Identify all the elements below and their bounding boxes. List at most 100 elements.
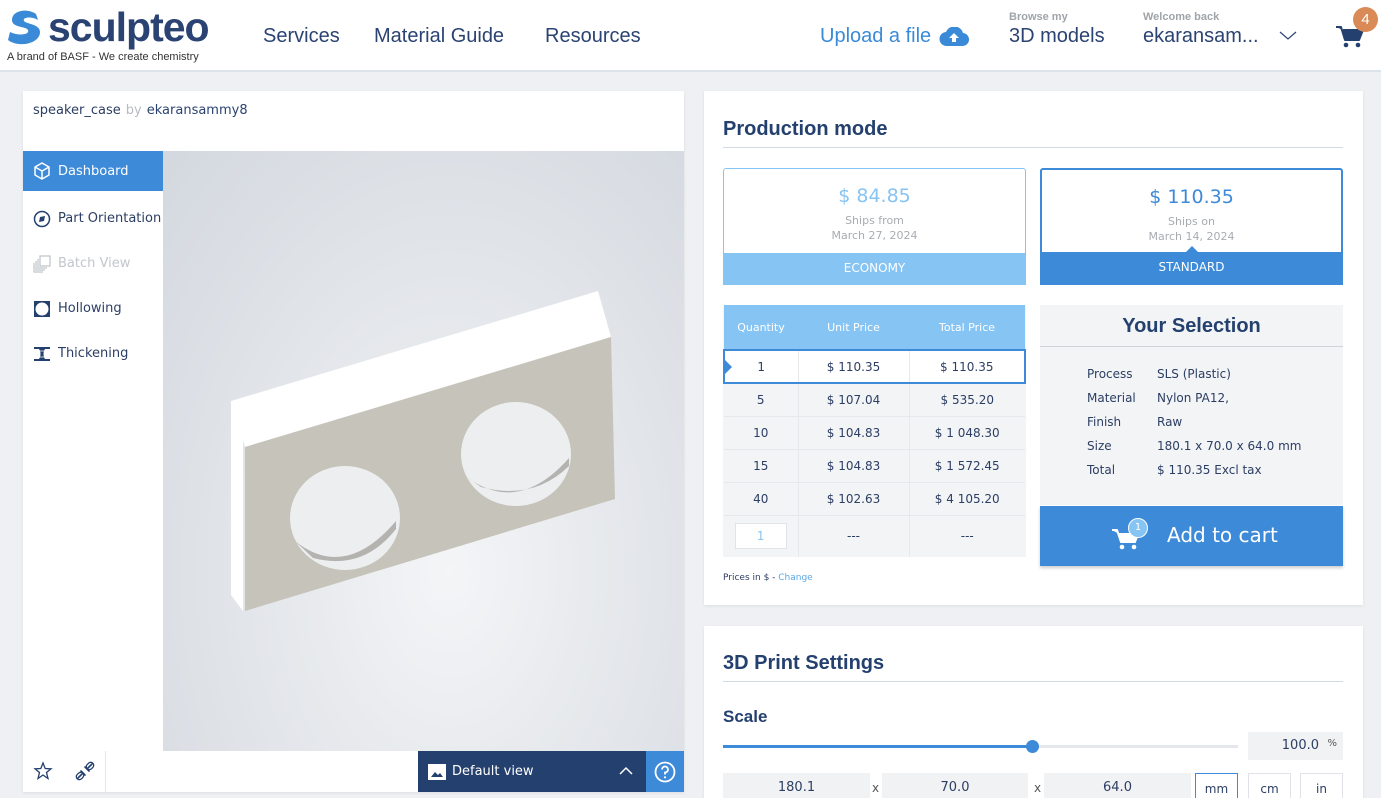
dimension-y-input[interactable]: 70.0 bbox=[882, 773, 1028, 798]
col-quantity: Quantity bbox=[724, 305, 798, 350]
scale-label: Scale bbox=[723, 707, 768, 726]
economy-option[interactable]: $ 84.85 Ships from March 27, 2024 ECONOM… bbox=[723, 168, 1026, 285]
selection-row-size: Size 180.1 x 70.0 x 64.0 mm bbox=[1087, 439, 1301, 463]
standard-label: STANDARD bbox=[1042, 246, 1341, 283]
cloud-upload-icon bbox=[939, 26, 970, 46]
dimension-x-input[interactable]: 180.1 bbox=[723, 773, 870, 798]
scale-percent-input[interactable]: 100.0 % bbox=[1248, 732, 1343, 760]
cart-count-badge: 4 bbox=[1353, 7, 1378, 32]
add-to-cart-button[interactable]: 1 Add to cart bbox=[1040, 506, 1343, 566]
nav-resources[interactable]: Resources bbox=[545, 25, 641, 48]
table-row[interactable]: 10 $ 104.83 $ 1 048.30 bbox=[724, 415, 1025, 449]
unit-in-button[interactable]: in bbox=[1300, 773, 1343, 798]
total-price-cell: $ 4 105.20 bbox=[908, 481, 1025, 515]
scale-slider-fill bbox=[723, 745, 1032, 748]
total-price-cell: $ 535.20 bbox=[908, 382, 1025, 416]
title-divider bbox=[723, 681, 1343, 682]
col-unit-price: Unit Price bbox=[798, 305, 909, 350]
sculpteo-logo[interactable]: sculpteo A brand of BASF - We create che… bbox=[6, 4, 216, 66]
image-icon bbox=[428, 763, 446, 780]
detail-key: Finish bbox=[1087, 415, 1122, 429]
prices-in-label: Prices in $ - bbox=[723, 573, 779, 583]
nav-material-guide[interactable]: Material Guide bbox=[374, 25, 504, 48]
side-nav-thickening[interactable]: Thickening bbox=[23, 331, 163, 376]
standard-option[interactable]: $ 110.35 Ships on March 14, 2024 STANDAR… bbox=[1040, 168, 1343, 285]
economy-ships-caption: Ships from bbox=[845, 214, 904, 227]
total-price-cell: $ 1 572.45 bbox=[908, 448, 1025, 482]
table-row[interactable]: 1 $ 110.35 $ 110.35 bbox=[723, 349, 1026, 384]
detail-value: 180.1 x 70.0 x 64.0 mm bbox=[1157, 439, 1302, 453]
scale-slider[interactable] bbox=[723, 740, 1238, 753]
economy-ship-date: March 27, 2024 bbox=[831, 229, 918, 242]
selection-divider bbox=[1040, 346, 1343, 347]
username: ekaransam... bbox=[1143, 25, 1259, 47]
orientation-icon bbox=[33, 210, 51, 227]
site-header: sculpteo A brand of BASF - We create che… bbox=[0, 0, 1381, 72]
print-settings-panel: 3D Print Settings Scale 100.0 % 180.1 x … bbox=[704, 626, 1363, 798]
detail-value: Raw bbox=[1157, 415, 1183, 429]
default-view-dropdown[interactable]: Default view bbox=[418, 751, 646, 792]
upload-label: Upload a file bbox=[820, 25, 932, 47]
economy-price: $ 84.85 bbox=[838, 185, 911, 207]
chevron-up-icon bbox=[619, 766, 633, 775]
model-viewer-panel: speaker_case by ekaransammy8 Dashboard Par… bbox=[23, 91, 684, 792]
3d-model-render bbox=[231, 291, 615, 611]
scale-slider-thumb[interactable] bbox=[1026, 740, 1039, 753]
link-icon[interactable] bbox=[75, 761, 95, 781]
custom-quantity-input[interactable] bbox=[734, 523, 787, 550]
unit-price-cell: $ 110.35 bbox=[797, 349, 909, 384]
change-currency-link[interactable]: Change bbox=[778, 573, 812, 583]
3d-viewport[interactable] bbox=[163, 151, 684, 751]
custom-total-price-cell: --- bbox=[908, 514, 1025, 557]
model-title: speaker_case by ekaransammy8 bbox=[33, 103, 248, 118]
standard-ships-caption: Ships on bbox=[1168, 215, 1215, 228]
star-icon[interactable] bbox=[33, 761, 53, 781]
your-selection-panel: Your Selection Process SLS (Plastic) Mate… bbox=[1040, 305, 1343, 505]
detail-key: Material bbox=[1087, 391, 1136, 405]
help-button[interactable] bbox=[646, 751, 684, 792]
table-row[interactable]: 5 $ 107.04 $ 535.20 bbox=[724, 382, 1025, 416]
3d-models-label: 3D models bbox=[1009, 25, 1105, 47]
logo-wordmark: sculpteo bbox=[48, 4, 210, 50]
viewer-toolbar: Default view bbox=[23, 751, 684, 792]
selection-row-total: Total $ 110.35 Excl tax bbox=[1087, 463, 1301, 487]
standard-ship-date: March 14, 2024 bbox=[1148, 230, 1235, 243]
side-nav-part-orientation[interactable]: Part Orientation bbox=[23, 196, 163, 241]
side-nav-hollowing[interactable]: Hollowing bbox=[23, 286, 163, 331]
standard-price: $ 110.35 bbox=[1149, 186, 1234, 208]
unit-mm-button[interactable]: mm bbox=[1195, 773, 1238, 798]
total-price-cell: $ 110.35 bbox=[908, 349, 1026, 384]
side-nav-label: Hollowing bbox=[58, 301, 122, 316]
detail-key: Total bbox=[1087, 463, 1116, 477]
qty-cell: 40 bbox=[724, 481, 798, 515]
viewer-side-nav: Dashboard Part Orientation Batch View Ho… bbox=[23, 151, 163, 376]
col-total-price: Total Price bbox=[909, 305, 1025, 350]
dimension-separator: x bbox=[1034, 781, 1042, 795]
hollowing-icon bbox=[34, 300, 50, 317]
quantity-price-table: Quantity Unit Price Total Price 1 $ 110.… bbox=[723, 305, 1026, 557]
unit-price-cell: $ 107.04 bbox=[797, 382, 909, 416]
selection-row-material: Material Nylon PA12, bbox=[1087, 391, 1301, 415]
chevron-down-icon[interactable] bbox=[1278, 28, 1298, 42]
welcome-back-caption: Welcome back bbox=[1143, 11, 1220, 23]
nav-services[interactable]: Services bbox=[263, 25, 340, 48]
model-owner-link[interactable]: ekaransammy8 bbox=[147, 103, 248, 118]
unit-price-cell: $ 104.83 bbox=[797, 448, 909, 482]
help-icon bbox=[654, 761, 676, 782]
selection-row-finish: Finish Raw bbox=[1087, 415, 1301, 439]
table-row[interactable]: 40 $ 102.63 $ 4 105.20 bbox=[724, 481, 1025, 515]
production-mode-panel: Production mode $ 84.85 Ships from March… bbox=[704, 91, 1363, 605]
detail-value: SLS (Plastic) bbox=[1157, 367, 1231, 381]
table-row[interactable]: 15 $ 104.83 $ 1 572.45 bbox=[724, 448, 1025, 482]
upload-file-button[interactable]: Upload a file bbox=[820, 25, 970, 48]
unit-cm-button[interactable]: cm bbox=[1248, 773, 1291, 798]
total-price-cell: $ 1 048.30 bbox=[908, 415, 1025, 449]
detail-value: Nylon PA12, bbox=[1157, 391, 1229, 405]
side-nav-dashboard[interactable]: Dashboard bbox=[23, 151, 163, 191]
title-divider bbox=[723, 147, 1343, 148]
thickening-icon bbox=[34, 346, 50, 361]
default-view-label: Default view bbox=[452, 764, 534, 779]
toolbar-divider bbox=[105, 751, 106, 792]
dimension-z-input[interactable]: 64.0 bbox=[1044, 773, 1191, 798]
detail-key: Size bbox=[1087, 439, 1112, 453]
